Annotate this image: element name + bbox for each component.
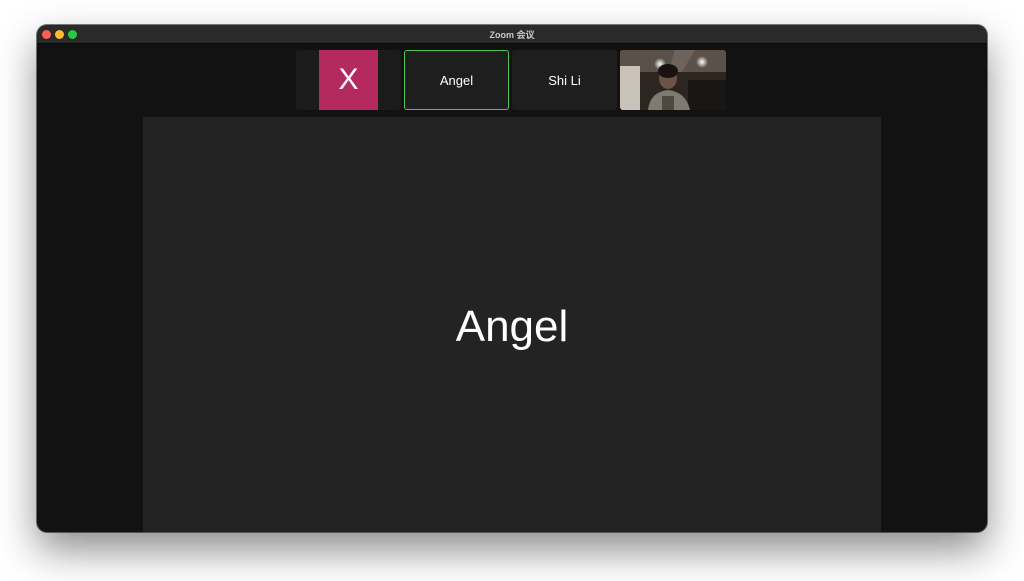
participant-tile-x[interactable]: X: [296, 50, 401, 110]
participant-tile-video[interactable]: [620, 50, 726, 110]
participant-name: Angel: [439, 72, 474, 88]
active-speaker-name: Angel: [455, 302, 569, 351]
active-speaker-stage: Angel: [143, 117, 881, 532]
participant-video-feed: [620, 50, 726, 110]
title-bar: Zoom 会议: [37, 25, 987, 44]
participant-name: Shi Li: [548, 72, 581, 88]
participant-tile-angel[interactable]: Angel: [404, 50, 509, 110]
participant-tile-shi-li[interactable]: Shi Li: [512, 50, 617, 110]
window-title: Zoom 会议: [489, 30, 535, 40]
zoom-meeting-window: Zoom 会议 X Angel Shi Li Angel: [37, 25, 987, 532]
participant-avatar: X: [319, 50, 378, 110]
participant-strip: X Angel Shi Li: [296, 50, 727, 110]
